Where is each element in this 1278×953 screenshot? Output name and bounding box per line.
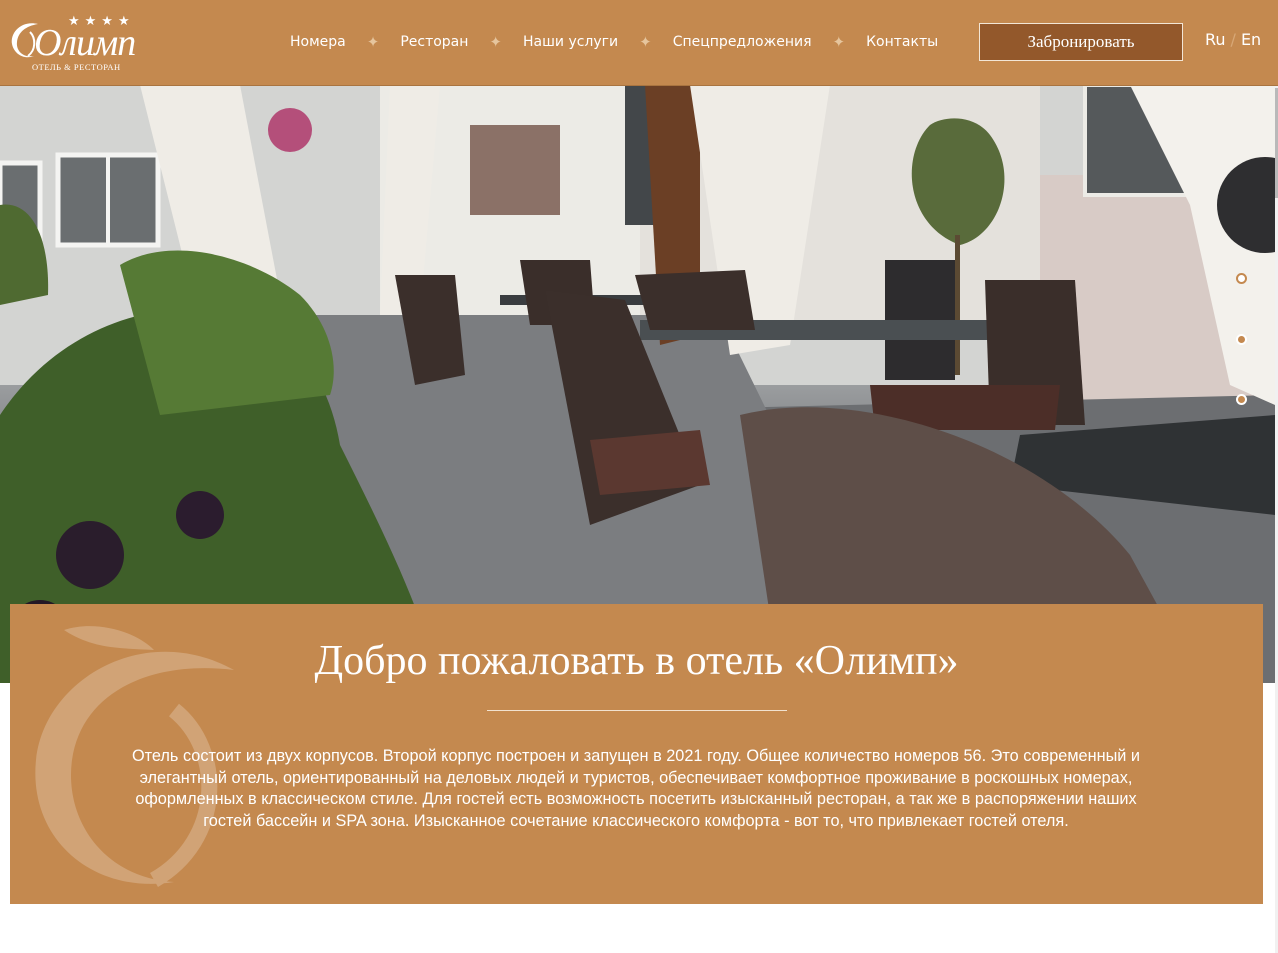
- lang-separator: /: [1230, 30, 1236, 49]
- nav-item-restaurant[interactable]: Ресторан: [400, 34, 468, 50]
- nav-item-special-offers[interactable]: Спецпредложения: [673, 34, 812, 50]
- language-switcher: Ru / En: [1205, 30, 1261, 49]
- welcome-section: Добро пожаловать в отель «Олимп» Отель с…: [10, 604, 1263, 904]
- lang-ru-link[interactable]: Ru: [1205, 30, 1226, 49]
- logo-wordmark: Олимп: [34, 22, 136, 64]
- lang-en-link[interactable]: En: [1241, 30, 1261, 49]
- title-divider: [487, 710, 787, 711]
- slider-dot-icon[interactable]: [1236, 273, 1247, 284]
- site-header: ★★★★ Олимп ОТЕЛЬ & РЕСТОРАН Номера ✦ Рес…: [0, 0, 1278, 86]
- star-ornament-icon: ✦: [366, 33, 380, 51]
- nav-item-rooms[interactable]: Номера: [290, 34, 346, 50]
- welcome-title: Добро пожаловать в отель «Олимп»: [314, 638, 959, 684]
- slider-dot-icon[interactable]: [1236, 394, 1247, 405]
- slider-dot-icon[interactable]: [1236, 334, 1247, 345]
- logo-tagline: ОТЕЛЬ & РЕСТОРАН: [32, 62, 121, 72]
- star-ornament-icon: ✦: [639, 33, 652, 51]
- hotel-logo[interactable]: ★★★★ Олимп ОТЕЛЬ & РЕСТОРАН: [8, 12, 158, 74]
- star-ornament-icon: ✦: [489, 33, 502, 51]
- nav-item-contacts[interactable]: Контакты: [866, 34, 938, 50]
- book-button[interactable]: Забронировать: [979, 23, 1183, 61]
- main-nav: Номера ✦ Ресторан ✦ Наши услуги ✦ Спецпр…: [290, 30, 938, 54]
- star-ornament-icon: ✦: [832, 33, 846, 51]
- hero-image: [0, 85, 1275, 683]
- welcome-text: Отель состоит из двух корпусов. Второй к…: [131, 747, 1140, 830]
- terrace-photo: [0, 85, 1275, 683]
- nav-item-services[interactable]: Наши услуги: [523, 34, 618, 50]
